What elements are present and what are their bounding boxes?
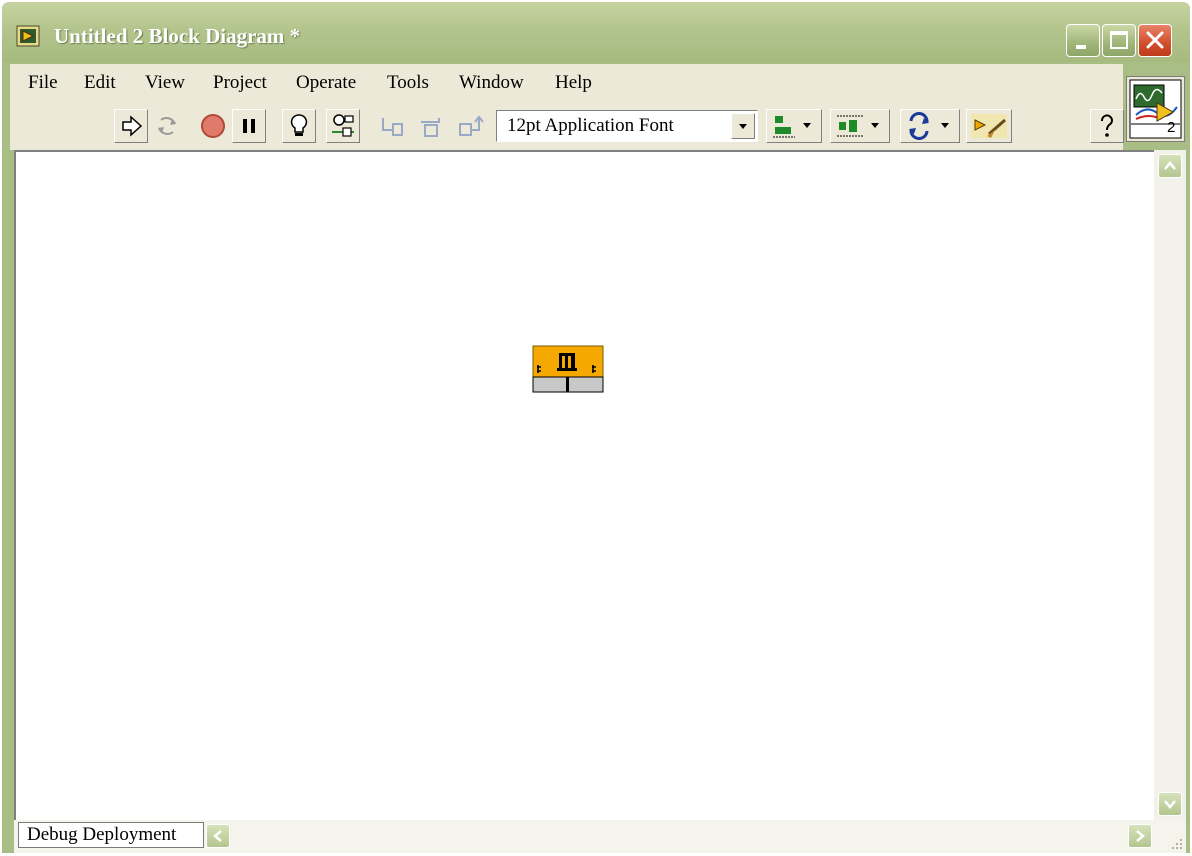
minimize-icon: [1076, 45, 1086, 49]
context-help-button[interactable]: [1090, 109, 1124, 143]
menu-edit[interactable]: Edit: [84, 72, 116, 94]
retain-wire-values-icon: [332, 114, 354, 137]
menu-view[interactable]: View: [145, 72, 185, 94]
maximize-icon: [1110, 31, 1128, 49]
resize-grip-icon[interactable]: [1168, 835, 1184, 851]
run-arrow-icon: [122, 115, 143, 137]
run-continuously-icon: [158, 117, 176, 135]
scroll-left-button[interactable]: [206, 824, 230, 848]
horizontal-scrollbar[interactable]: [204, 822, 1182, 850]
font-ring-dropdown-button[interactable]: [731, 113, 755, 139]
align-objects-button[interactable]: [766, 109, 822, 143]
vertical-scrollbar[interactable]: [1154, 150, 1186, 820]
abort-execution-button[interactable]: [196, 109, 230, 143]
project-context-label: Debug Deployment: [18, 822, 204, 848]
maximize-button[interactable]: [1102, 24, 1136, 57]
reorder-button[interactable]: [900, 109, 960, 143]
step-over-icon: [421, 118, 440, 137]
scroll-down-button[interactable]: [1158, 792, 1182, 816]
reorder-icon: [909, 112, 949, 140]
menu-operate[interactable]: Operate: [296, 72, 356, 94]
vi-connector-pane-icon[interactable]: 2: [1126, 76, 1185, 142]
minimize-button[interactable]: [1066, 24, 1100, 57]
distribute-objects-icon: [837, 115, 879, 137]
title-bar[interactable]: Untitled 2 Block Diagram *: [2, 2, 1190, 62]
vi-icon-connector-label: 2: [1167, 119, 1176, 136]
block-diagram-window: Untitled 2 Block Diagram * File Edit Vie…: [2, 2, 1190, 853]
close-icon: [1146, 31, 1164, 49]
pause-button[interactable]: [232, 109, 266, 143]
step-over-button[interactable]: [414, 109, 448, 143]
step-into-button[interactable]: [374, 109, 408, 143]
chevron-left-icon: [213, 830, 222, 842]
highlight-execution-icon: [290, 114, 308, 136]
font-ring-value: 12pt Application Font: [507, 115, 674, 136]
step-out-icon: [459, 115, 484, 136]
distribute-objects-button[interactable]: [830, 109, 890, 143]
menu-tools[interactable]: Tools: [387, 72, 429, 94]
scroll-right-button[interactable]: [1128, 824, 1152, 848]
chevron-down-icon: [1164, 800, 1176, 809]
menu-help[interactable]: Help: [555, 72, 592, 94]
run-button[interactable]: [114, 109, 148, 143]
abort-execution-icon: [201, 114, 225, 138]
step-out-button[interactable]: [454, 109, 488, 143]
chevron-right-icon: [1136, 830, 1145, 842]
retain-wire-values-button[interactable]: [326, 109, 360, 143]
subvi-node-icon: [532, 345, 604, 393]
context-help-icon: [1101, 114, 1113, 137]
subvi-node[interactable]: [532, 345, 604, 393]
menu-window[interactable]: Window: [459, 72, 524, 94]
menu-file[interactable]: File: [28, 72, 58, 94]
status-bar: Debug Deployment: [14, 820, 1186, 853]
align-objects-icon: [773, 116, 811, 138]
clean-up-diagram-icon: [971, 114, 1007, 138]
chevron-up-icon: [1164, 161, 1176, 170]
vi-icon-graphic: [1129, 79, 1182, 139]
window-title: Untitled 2 Block Diagram *: [54, 24, 301, 48]
highlight-execution-button[interactable]: [282, 109, 316, 143]
chevron-down-icon: [739, 124, 747, 129]
toolbar: 12pt Application Font: [10, 102, 1124, 150]
step-into-icon: [382, 118, 403, 136]
scroll-up-button[interactable]: [1158, 154, 1182, 178]
clean-up-diagram-button[interactable]: [966, 109, 1012, 143]
run-continuously-button[interactable]: [150, 109, 184, 143]
menu-project[interactable]: Project: [213, 72, 267, 94]
labview-app-icon[interactable]: [16, 24, 42, 48]
block-diagram-canvas[interactable]: [14, 150, 1154, 820]
font-ring[interactable]: 12pt Application Font: [496, 110, 758, 142]
close-button[interactable]: [1138, 24, 1172, 57]
menu-bar: File Edit View Project Operate Tools Win…: [10, 64, 1123, 102]
pause-icon: [243, 119, 255, 133]
